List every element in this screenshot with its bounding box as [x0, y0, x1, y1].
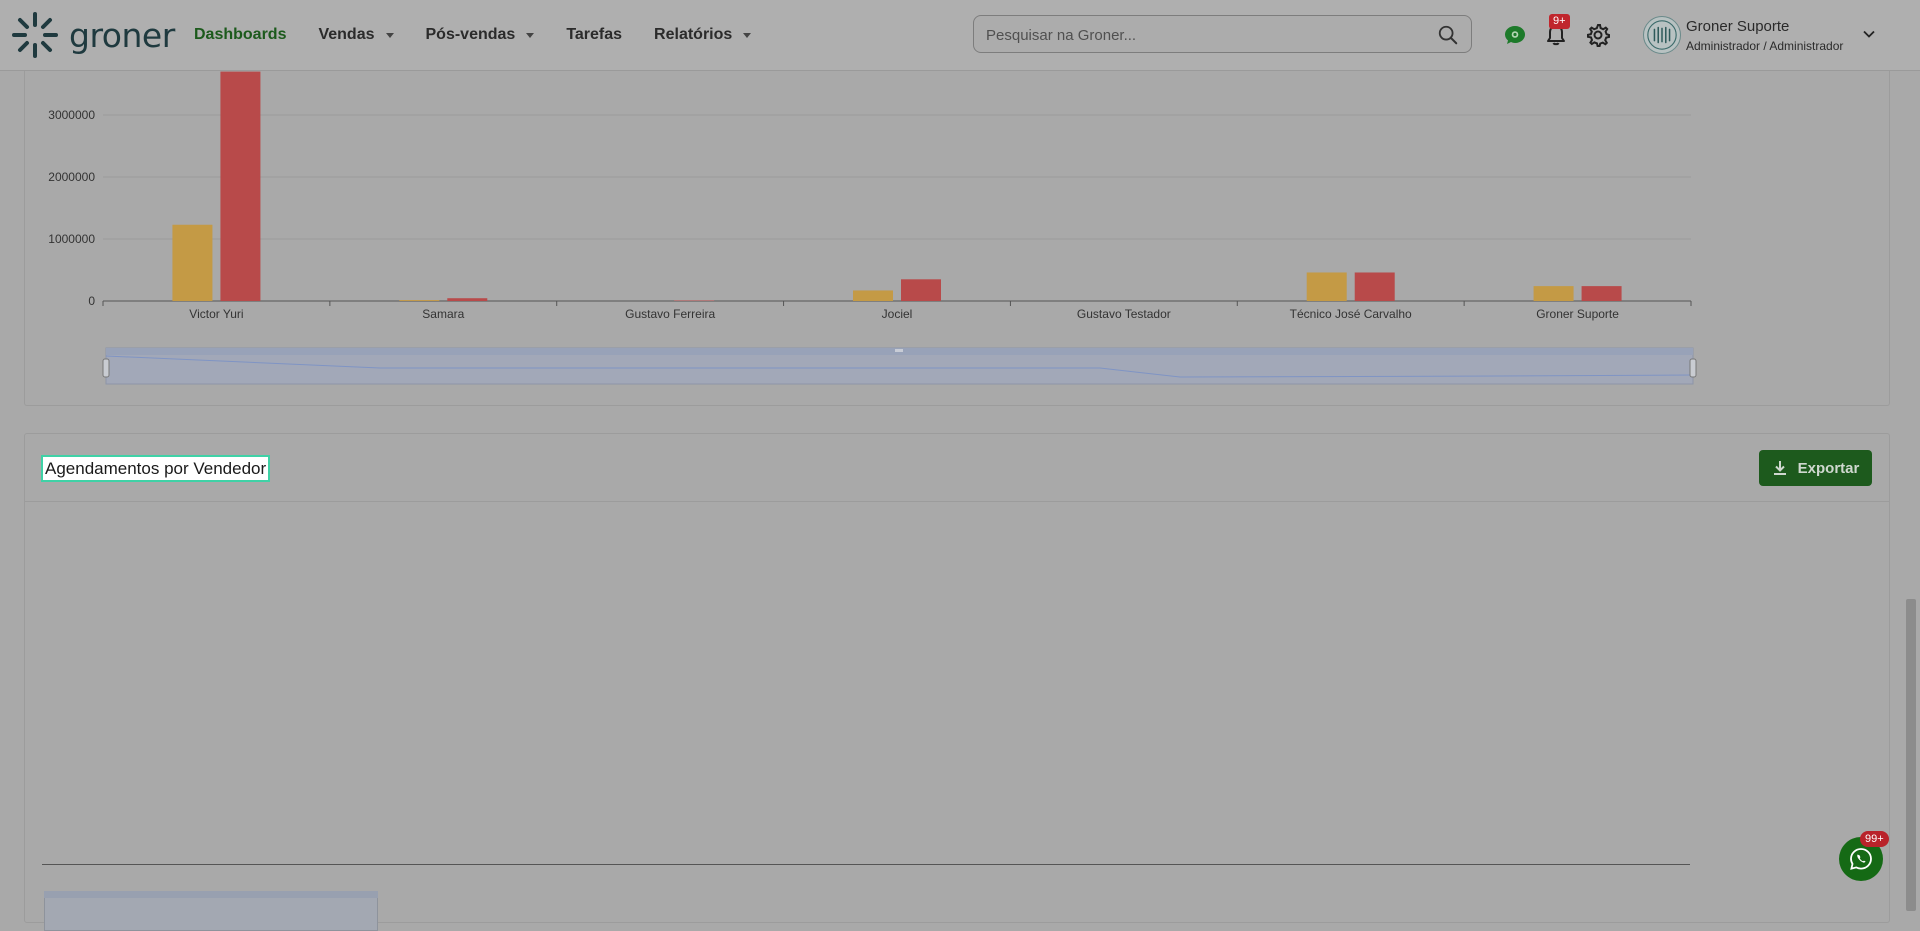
- bar-a[interactable]: [1307, 272, 1347, 301]
- top-navbar: groner Dashboards Vendas Pós-vendas Tare…: [0, 0, 1920, 71]
- bar-b[interactable]: [901, 279, 941, 301]
- data-zoom-grip[interactable]: [895, 349, 903, 352]
- y-tick-label: 1000000: [48, 232, 95, 246]
- nav-relatorios[interactable]: Relatórios: [654, 26, 751, 44]
- export-button[interactable]: Exportar: [1759, 450, 1872, 486]
- empty-chart-axis: [42, 864, 1690, 865]
- x-tick-label: Victor Yuri: [189, 307, 243, 321]
- nav-tarefas-label: Tarefas: [566, 26, 622, 44]
- x-tick-label: Técnico José Carvalho: [1290, 307, 1412, 321]
- main-nav: Dashboards Vendas Pós-vendas Tarefas Rel…: [194, 0, 783, 70]
- export-label: Exportar: [1798, 460, 1860, 477]
- user-menu[interactable]: Groner Suporte Administrador / Administr…: [1643, 16, 1843, 54]
- chevron-down-icon[interactable]: [1862, 27, 1876, 41]
- search-box: [973, 15, 1472, 53]
- avatar: [1643, 16, 1681, 54]
- nav-pos-vendas[interactable]: Pós-vendas: [426, 26, 535, 44]
- user-logo-icon: [1645, 18, 1679, 52]
- groner-logo[interactable]: groner: [11, 10, 175, 60]
- nav-dashboards-label: Dashboards: [194, 26, 286, 44]
- panel-title: Agendamentos por Vendedor: [41, 455, 270, 482]
- whatsapp-badge: 99+: [1860, 831, 1889, 847]
- y-tick-label: 2000000: [48, 170, 95, 184]
- user-role: Administrador / Administrador: [1686, 39, 1843, 53]
- bar-b[interactable]: [447, 298, 487, 301]
- y-tick-label: 0: [88, 294, 95, 308]
- bar-a[interactable]: [853, 290, 893, 301]
- search-icon[interactable]: [1437, 24, 1459, 46]
- data-zoom-handle-right[interactable]: [1690, 359, 1696, 377]
- x-tick-label: Samara: [422, 307, 464, 321]
- caret-down-icon: [526, 33, 534, 38]
- x-tick-label: Jociel: [882, 307, 913, 321]
- caret-down-icon: [386, 33, 394, 38]
- panel-divider: [25, 501, 1889, 502]
- x-tick-label: Gustavo Ferreira: [625, 307, 715, 321]
- nav-pos-vendas-label: Pós-vendas: [426, 26, 516, 44]
- notifications-badge: 9+: [1549, 14, 1570, 29]
- nav-tarefas[interactable]: Tarefas: [566, 26, 622, 44]
- agendamentos-panel: Agendamentos por Vendedor Exportar: [24, 433, 1890, 923]
- chat-eye-icon[interactable]: [1502, 22, 1528, 48]
- scrollbar-thumb[interactable]: [1906, 599, 1916, 911]
- groner-sun-icon: [11, 11, 59, 59]
- zoom-slider-top-bar[interactable]: [44, 891, 378, 898]
- x-tick-label: Groner Suporte: [1536, 307, 1619, 321]
- search-input[interactable]: [984, 16, 1428, 54]
- nav-relatorios-label: Relatórios: [654, 26, 732, 44]
- caret-down-icon: [743, 33, 751, 38]
- nav-dashboards[interactable]: Dashboards: [194, 26, 286, 44]
- bar-a[interactable]: [399, 300, 439, 301]
- y-tick-label: 3000000: [48, 108, 95, 122]
- nav-vendas[interactable]: Vendas: [318, 26, 393, 44]
- nav-vendas-label: Vendas: [318, 26, 374, 44]
- gear-icon[interactable]: [1585, 22, 1611, 48]
- bar-b[interactable]: [1582, 286, 1622, 301]
- download-icon: [1772, 460, 1788, 476]
- bar-a[interactable]: [1534, 286, 1574, 301]
- logo-text: groner: [69, 16, 175, 55]
- bar-b[interactable]: [1355, 272, 1395, 301]
- whatsapp-icon: [1848, 846, 1874, 872]
- data-zoom-handle-left[interactable]: [103, 359, 109, 377]
- bar-a[interactable]: [172, 225, 212, 301]
- bar-b[interactable]: [220, 72, 260, 301]
- user-name: Groner Suporte: [1686, 18, 1843, 35]
- x-tick-label: Gustavo Testador: [1077, 307, 1171, 321]
